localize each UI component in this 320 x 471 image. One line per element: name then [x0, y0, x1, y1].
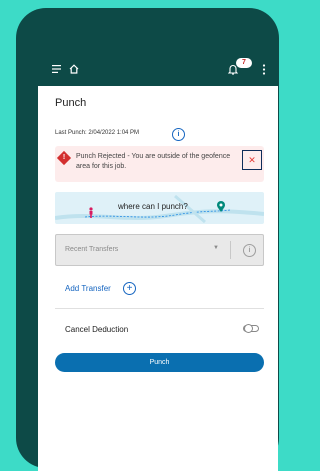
warning-diamond-icon: !	[56, 150, 72, 166]
last-punch-text: Last Punch: 2/04/2022 1:04 PM	[55, 130, 140, 136]
toggle-knob	[244, 324, 253, 333]
app-screen: 7 Punch Last Punch: 2/04/2022 1:04 PM i …	[38, 51, 278, 471]
location-pin-icon	[217, 201, 225, 212]
notification-badge: 7	[236, 58, 252, 68]
section-divider	[55, 308, 264, 309]
where-can-i-punch-label: where can I punch?	[118, 202, 188, 211]
add-transfer-link[interactable]: Add Transfer	[65, 284, 111, 293]
cancel-deduction-label: Cancel Deduction	[65, 325, 129, 334]
recent-transfers-label: Recent Transfers	[65, 246, 119, 253]
phone-frame: 7 Punch Last Punch: 2/04/2022 1:04 PM i …	[16, 8, 279, 471]
alert-banner: ! Punch Rejected - You are outside of th…	[55, 146, 264, 182]
chevron-down-icon: ▼	[213, 245, 219, 251]
hamburger-menu-icon[interactable]	[52, 65, 62, 73]
recent-transfers-select[interactable]: Recent Transfers ▼ i	[55, 234, 264, 266]
close-icon[interactable]: ✕	[242, 150, 262, 170]
person-icon	[89, 207, 93, 218]
cancel-deduction-toggle[interactable]	[243, 324, 259, 333]
home-icon[interactable]	[69, 64, 79, 74]
punch-button[interactable]: Punch	[55, 353, 264, 372]
kebab-menu-icon[interactable]	[262, 64, 266, 75]
page-title: Punch	[55, 97, 87, 109]
alert-message: Punch Rejected - You are outside of the …	[76, 153, 231, 170]
select-divider	[230, 241, 231, 259]
geofence-map-banner[interactable]: where can I punch?	[55, 192, 264, 224]
info-icon[interactable]: i	[172, 128, 185, 141]
info-icon[interactable]: i	[243, 244, 256, 257]
plus-circle-icon[interactable]: +	[123, 282, 136, 295]
app-header: 7	[38, 51, 278, 86]
